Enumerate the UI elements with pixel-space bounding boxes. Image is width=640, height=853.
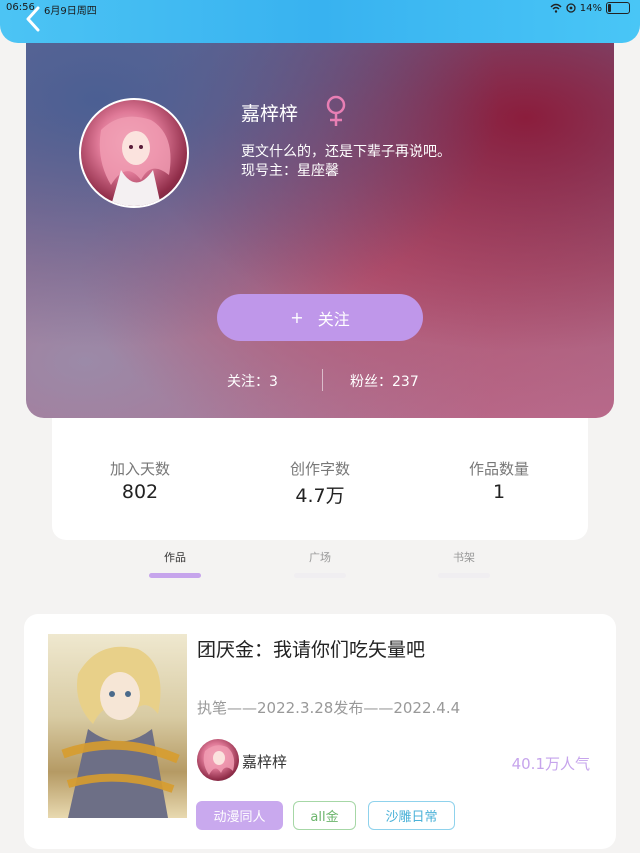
stat-work-count: 作品数量 1 bbox=[429, 458, 569, 503]
author-name[interactable]: 嘉梓梓 bbox=[242, 751, 287, 772]
stat-value: 1 bbox=[492, 481, 506, 503]
tab-indicator-bookshelf bbox=[438, 573, 490, 578]
fans-count[interactable]: 粉丝：237 bbox=[350, 371, 419, 391]
battery-icon bbox=[606, 2, 630, 14]
work-dates: 执笔——2022.3.28发布——2022.4.4 bbox=[197, 699, 461, 717]
tag-comedy-daily[interactable]: 沙雕日常 bbox=[368, 801, 455, 830]
status-indicators: 14% bbox=[550, 2, 630, 14]
follow-button[interactable]: + 关注 bbox=[217, 294, 423, 341]
tag-anime-fanfic[interactable]: 动漫同人 bbox=[196, 801, 283, 830]
avatar[interactable] bbox=[79, 98, 189, 208]
popularity: 40.1万人气 bbox=[511, 755, 590, 773]
stat-value: 4.7万 bbox=[295, 485, 345, 507]
author-avatar[interactable] bbox=[197, 739, 239, 781]
following-count[interactable]: 关注：3 bbox=[227, 371, 278, 391]
stat-value: 802 bbox=[121, 481, 159, 503]
back-arrow-icon[interactable] bbox=[22, 6, 44, 32]
stat-label: 加入天数 bbox=[109, 460, 170, 478]
stat-label: 作品数量 bbox=[468, 460, 529, 478]
status-bar: 06:56 6月9日周四 14% bbox=[0, 0, 640, 18]
follow-button-label: 关注 bbox=[317, 309, 350, 329]
tab-indicator-works bbox=[149, 573, 201, 578]
work-card[interactable]: 团厌金：我请你们吃矢量吧 执笔——2022.3.28发布——2022.4.4 嘉… bbox=[24, 614, 616, 849]
avatar-illustration-icon bbox=[99, 116, 171, 206]
stat-label: 创作字数 bbox=[289, 460, 350, 478]
battery-percent: 14% bbox=[579, 2, 602, 14]
profile-name: 嘉梓梓 bbox=[241, 103, 299, 125]
profile-header: 嘉梓梓 更文什么的，还是下辈子再说吧。 现号主：星座馨 + 关注 关注：3 粉丝… bbox=[26, 43, 614, 418]
plus-icon: + bbox=[290, 308, 304, 327]
content-tabs: 作品 广场 书架 bbox=[0, 545, 640, 585]
orientation-lock-icon bbox=[566, 3, 576, 13]
stat-join-days: 加入天数 802 bbox=[70, 458, 210, 503]
female-icon bbox=[326, 95, 346, 126]
book-cover[interactable] bbox=[48, 634, 187, 818]
divider bbox=[322, 369, 323, 391]
tab-indicator-square bbox=[294, 573, 346, 578]
tab-bookshelf[interactable]: 书架 bbox=[434, 549, 494, 565]
profile-owner: 现号主：星座馨 bbox=[241, 163, 339, 179]
author-avatar-icon bbox=[203, 745, 235, 775]
tab-works[interactable]: 作品 bbox=[145, 549, 205, 565]
profile-bio: 更文什么的，还是下辈子再说吧。 bbox=[241, 144, 451, 160]
tag-all-gold[interactable]: all金 bbox=[293, 801, 356, 830]
tab-square[interactable]: 广场 bbox=[290, 549, 350, 565]
status-date: 6月9日周四 bbox=[44, 6, 97, 17]
stats-card: 加入天数 802 创作字数 4.7万 作品数量 1 bbox=[52, 418, 588, 540]
stat-word-count: 创作字数 4.7万 bbox=[250, 458, 390, 508]
work-title[interactable]: 团厌金：我请你们吃矢量吧 bbox=[197, 635, 425, 662]
cover-illustration-icon bbox=[61, 646, 180, 818]
wifi-icon bbox=[550, 3, 562, 13]
follow-stats: 关注：3 粉丝：237 bbox=[26, 369, 614, 393]
